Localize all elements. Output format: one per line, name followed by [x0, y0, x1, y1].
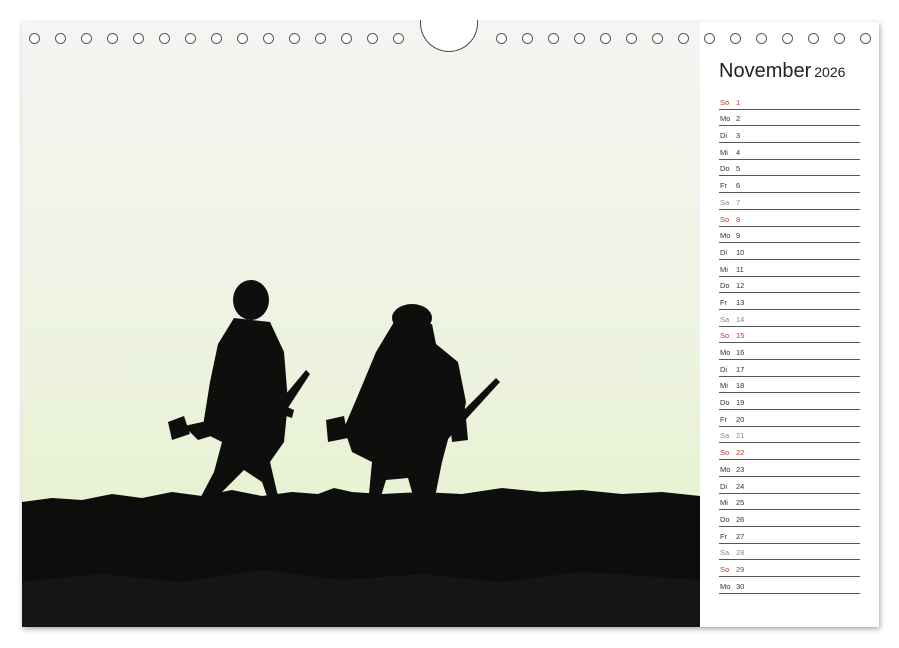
day-number: 8	[736, 214, 741, 224]
hunters-photo	[22, 22, 700, 627]
weekday-label: Fr	[720, 414, 728, 424]
day-row: Fr 27	[719, 527, 860, 544]
day-number: 19	[736, 398, 745, 408]
day-number: 29	[736, 564, 745, 574]
day-number: 2	[736, 114, 741, 124]
weekday-label: Mo	[720, 231, 731, 241]
weekday-label: Sa	[720, 197, 730, 207]
day-number: 23	[736, 464, 745, 474]
day-row: Sa 7	[719, 193, 860, 210]
weekday-label: Mi	[720, 381, 728, 391]
day-number: 27	[736, 531, 745, 541]
day-number: 1	[736, 97, 741, 107]
day-row: So 15	[719, 327, 860, 344]
weekday-label: Fr	[720, 181, 728, 191]
day-row: Sa 21	[719, 427, 860, 444]
day-number: 5	[736, 164, 741, 174]
day-row: Do 19	[719, 393, 860, 411]
weekday-label: Mi	[720, 264, 728, 274]
day-row: So 22	[719, 443, 860, 461]
weekday-label: Mi	[720, 147, 728, 157]
day-number: 7	[736, 197, 741, 207]
day-row: Di 24	[719, 477, 860, 494]
weekday-label: So	[720, 448, 730, 458]
day-number: 25	[736, 498, 745, 508]
day-row: Mi 25	[719, 494, 860, 511]
day-number: 4	[736, 147, 741, 157]
day-row: Do 26	[719, 510, 860, 527]
weekday-label: Di	[720, 247, 728, 257]
day-number: 3	[736, 131, 741, 141]
day-number: 28	[736, 548, 745, 558]
day-number: 26	[736, 514, 745, 524]
year-label: 2026	[814, 64, 846, 80]
weekday-label: Do	[720, 281, 730, 291]
day-row: Mi 11	[719, 260, 860, 277]
day-row: Mi 4	[719, 143, 860, 160]
calendar-page: November 2026 So 1 Mo 2 Di 3 Mi 4 Do 5 Fr 6 Sa 7 So 8 Mo 9…	[22, 20, 879, 627]
day-row: Do 12	[719, 277, 860, 294]
day-row: Sa 14	[719, 310, 860, 327]
weekday-label: Mo	[720, 348, 731, 357]
weekday-label: Di	[720, 481, 728, 491]
day-number: 14	[736, 314, 745, 324]
weekday-label: Mi	[720, 498, 728, 508]
day-number: 17	[736, 364, 745, 374]
weekday-label: So	[720, 564, 730, 574]
weekday-label: So	[720, 214, 730, 224]
weekday-label: Fr	[720, 531, 728, 541]
day-row: Fr 6	[719, 176, 860, 194]
day-number: 20	[736, 414, 745, 424]
day-number: 13	[736, 297, 745, 307]
day-row: So 29	[719, 560, 860, 577]
day-number: 6	[736, 181, 741, 191]
weekday-label: Mo	[720, 114, 731, 124]
day-row: Sa 28	[719, 544, 860, 561]
day-row: Di 17	[719, 360, 860, 377]
weekday-label: Mo	[720, 464, 731, 474]
day-row: Mo 30	[719, 577, 860, 594]
month-title: November 2026	[719, 60, 845, 83]
weekday-label: Sa	[720, 431, 730, 441]
day-row: Do 5	[719, 160, 860, 177]
day-row: Mo 9	[719, 227, 860, 244]
day-row: Di 10	[719, 243, 860, 260]
month-name: November	[719, 60, 812, 82]
weekday-label: Fr	[720, 297, 728, 307]
day-row: Mo 23	[719, 460, 860, 477]
weekday-label: So	[720, 97, 730, 107]
weekday-label: So	[720, 331, 730, 341]
day-number: 15	[736, 331, 745, 341]
calendar-panel: November 2026 So 1 Mo 2 Di 3 Mi 4 Do 5 Fr 6 Sa 7 So 8 Mo 9…	[700, 22, 879, 627]
day-number: 12	[736, 281, 745, 291]
day-number: 18	[736, 381, 745, 391]
day-row: Mo 16	[719, 343, 860, 360]
weekday-label: Sa	[720, 548, 730, 558]
day-number: 30	[736, 581, 745, 591]
day-row: Fr 20	[719, 410, 860, 427]
day-number: 21	[736, 431, 745, 441]
weekday-label: Di	[720, 131, 728, 141]
day-number: 16	[736, 348, 745, 357]
day-row: Mo 2	[719, 110, 860, 127]
day-row: Fr 13	[719, 293, 860, 310]
day-number: 9	[736, 231, 741, 241]
weekday-label: Do	[720, 164, 730, 174]
weekday-label: Do	[720, 514, 730, 524]
weekday-label: Do	[720, 398, 730, 408]
day-row: Di 3	[719, 126, 860, 144]
day-number: 22	[736, 448, 745, 458]
day-row: Mi 18	[719, 377, 860, 394]
day-list: So 1 Mo 2 Di 3 Mi 4 Do 5 Fr 6 Sa 7 So 8 Mo 9 Di 10 Mi 11 Do 12 F…	[719, 93, 860, 594]
day-number: 11	[736, 264, 744, 274]
weekday-label: Di	[720, 364, 728, 374]
weekday-label: Mo	[720, 581, 731, 591]
day-number: 24	[736, 481, 745, 491]
day-number: 10	[736, 247, 745, 257]
weekday-label: Sa	[720, 314, 730, 324]
day-row: So 8	[719, 210, 860, 227]
day-row: So 1	[719, 93, 860, 110]
